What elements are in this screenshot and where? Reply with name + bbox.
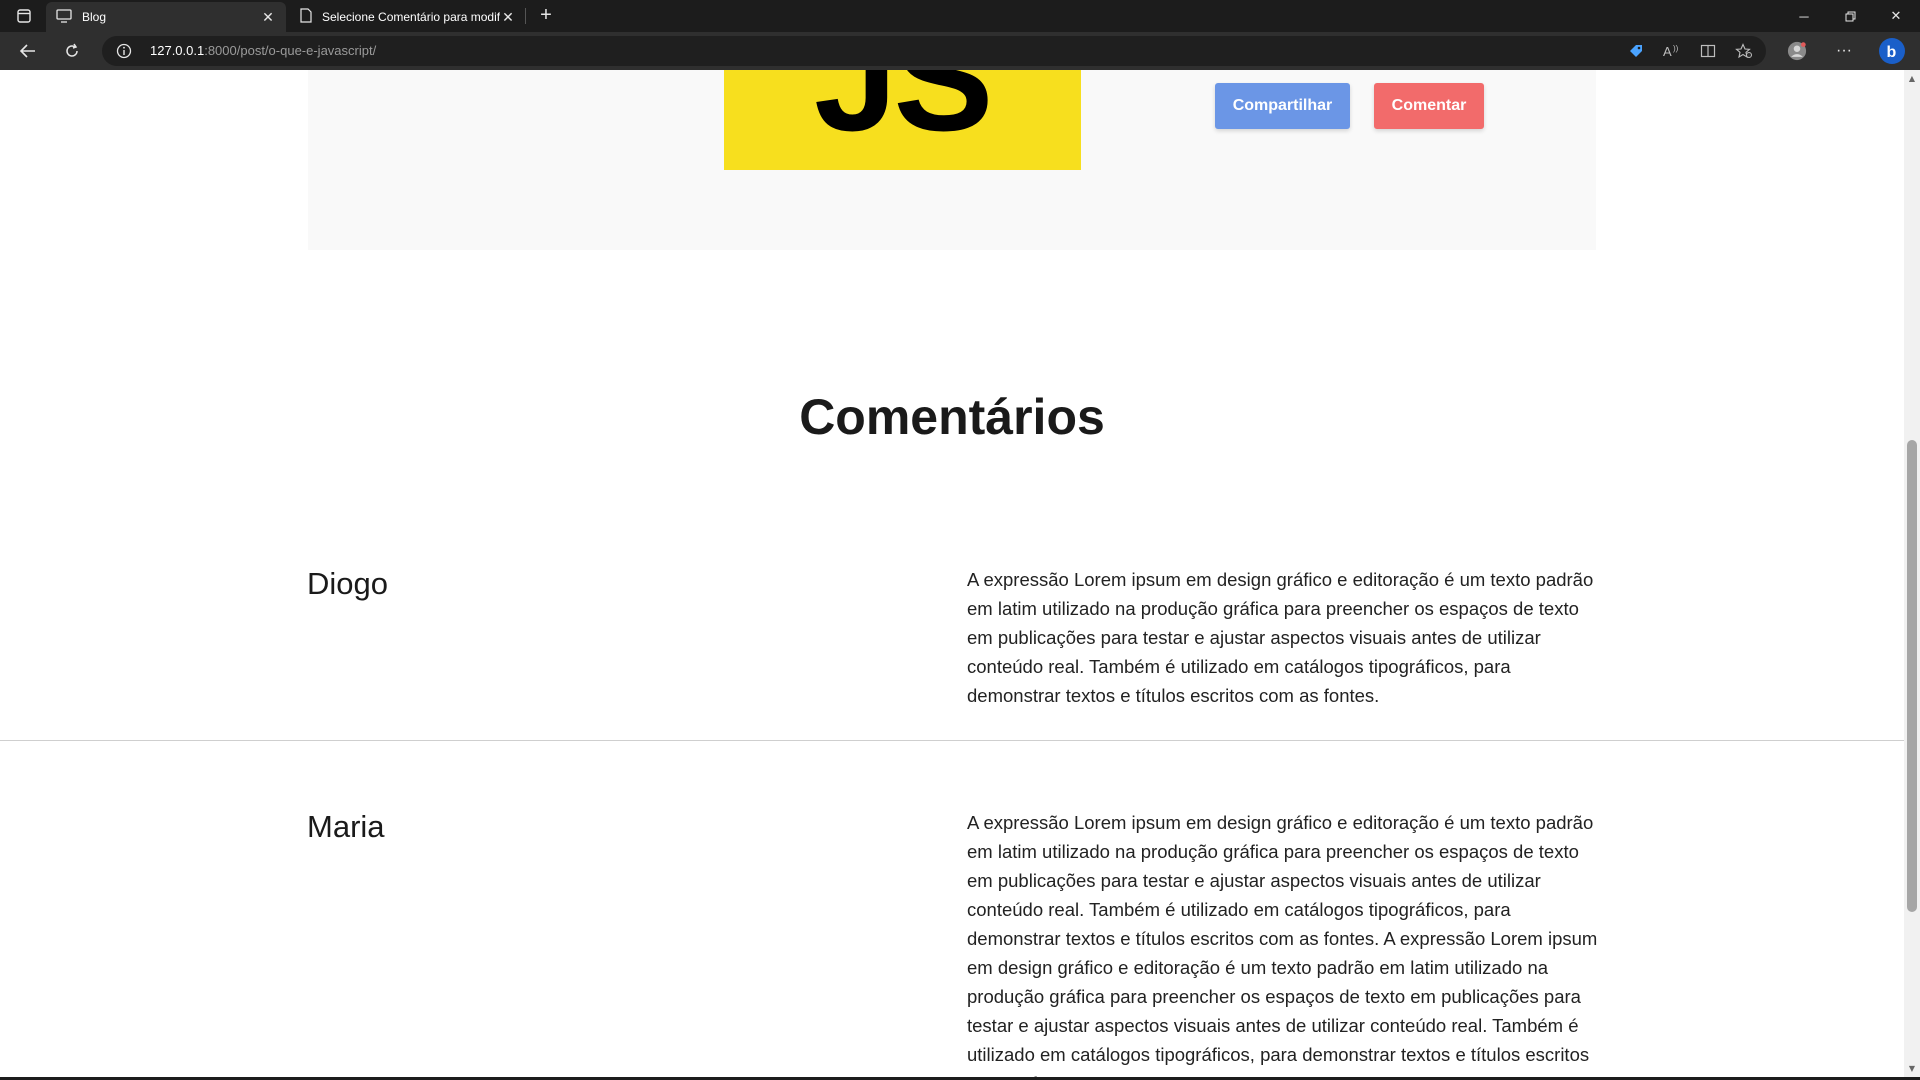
- page-viewport: JS Compartilhar Comentar Comentários Dio…: [0, 70, 1920, 1080]
- share-button[interactable]: Compartilhar: [1215, 83, 1350, 129]
- refresh-icon[interactable]: [58, 37, 86, 65]
- more-options-icon[interactable]: ···: [1834, 41, 1854, 61]
- profile-avatar-icon[interactable]: [1787, 41, 1807, 61]
- comment-item: Maria A expressão Lorem ipsum em design …: [0, 741, 1904, 1080]
- browser-toolbar: 127.0.0.1:8000/post/o-que-e-javascript/ …: [0, 32, 1920, 70]
- svg-text:A: A: [1663, 44, 1672, 59]
- logo-text: JS: [814, 70, 993, 162]
- new-tab-button[interactable]: +: [534, 4, 558, 28]
- address-bar[interactable]: 127.0.0.1:8000/post/o-que-e-javascript/ …: [102, 36, 1766, 66]
- scrollbar-thumb[interactable]: [1907, 440, 1917, 912]
- tab-title: Blog: [82, 10, 107, 24]
- back-icon[interactable]: [14, 37, 42, 65]
- tab-title: Selecione Comentário para modificar: [322, 10, 500, 24]
- document-icon: [300, 8, 312, 26]
- url-text: 127.0.0.1:8000/post/o-que-e-javascript/: [150, 43, 376, 58]
- close-icon[interactable]: ✕: [260, 9, 276, 25]
- comment-button[interactable]: Comentar: [1374, 83, 1484, 129]
- svg-text:b: b: [1887, 44, 1897, 61]
- comment-item: Diogo A expressão Lorem ipsum em design …: [0, 480, 1904, 741]
- tab-admin[interactable]: Selecione Comentário para modificar ✕: [290, 2, 526, 32]
- favorites-icon[interactable]: [1734, 41, 1754, 61]
- monitor-icon: [56, 8, 72, 26]
- reader-view-icon[interactable]: [1698, 41, 1718, 61]
- close-window-button[interactable]: ✕: [1873, 0, 1919, 32]
- bing-chat-icon[interactable]: b: [1878, 37, 1906, 65]
- scroll-down-arrow-icon[interactable]: ▼: [1907, 1064, 1917, 1074]
- comment-author: Diogo: [307, 566, 388, 601]
- info-icon[interactable]: [116, 43, 132, 59]
- read-aloud-icon[interactable]: A)): [1662, 41, 1682, 61]
- url-host: 127.0.0.1: [150, 43, 205, 58]
- scroll-up-arrow-icon[interactable]: ▲: [1907, 74, 1917, 84]
- restore-button[interactable]: [1827, 0, 1873, 32]
- tab-separator: [525, 8, 526, 24]
- comment-text: A expressão Lorem ipsum em design gráfic…: [967, 812, 1598, 1080]
- tag-icon[interactable]: [1626, 41, 1646, 61]
- minimize-button[interactable]: ─: [1781, 0, 1827, 32]
- post-card: JS Compartilhar Comentar: [308, 70, 1596, 250]
- tab-blog[interactable]: Blog ✕: [46, 2, 286, 32]
- comment-text: A expressão Lorem ipsum em design gráfic…: [967, 569, 1594, 706]
- comments-heading: Comentários: [799, 389, 1105, 445]
- javascript-logo: JS: [724, 70, 1081, 170]
- url-path: :8000/post/o-que-e-javascript/: [204, 43, 377, 58]
- browser-tab-bar: Blog ✕ Selecione Comentário para modific…: [0, 0, 1920, 32]
- tab-actions-icon[interactable]: [10, 6, 38, 26]
- svg-text:)): )): [1673, 44, 1679, 53]
- comment-author: Maria: [307, 809, 385, 844]
- close-icon[interactable]: ✕: [500, 9, 516, 25]
